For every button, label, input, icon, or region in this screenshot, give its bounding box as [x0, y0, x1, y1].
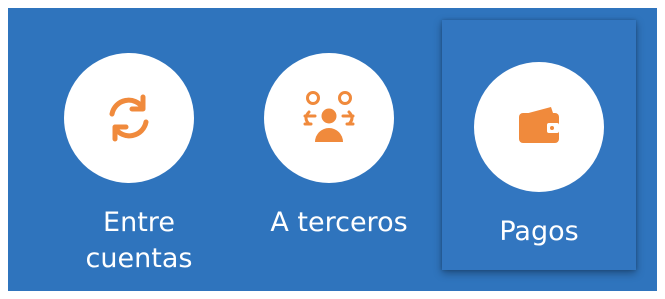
- action-label-between-accounts: Entre cuentas: [85, 207, 193, 274]
- action-between-accounts[interactable]: Entre cuentas: [44, 8, 234, 274]
- refresh-icon: [109, 94, 149, 142]
- action-payments[interactable]: Pagos: [442, 20, 636, 270]
- action-label-third-parties: A terceros: [270, 207, 408, 238]
- icon-circle: [64, 53, 194, 183]
- icon-circle: [474, 62, 604, 192]
- people-group-icon: [303, 91, 355, 142]
- wallet-icon: [519, 107, 559, 143]
- action-label-payments: Pagos: [499, 216, 579, 247]
- action-third-parties[interactable]: A terceros: [244, 8, 434, 265]
- quick-actions-panel: Entre cuentas A terceros Pagos: [8, 8, 657, 291]
- icon-circle: [264, 53, 394, 183]
